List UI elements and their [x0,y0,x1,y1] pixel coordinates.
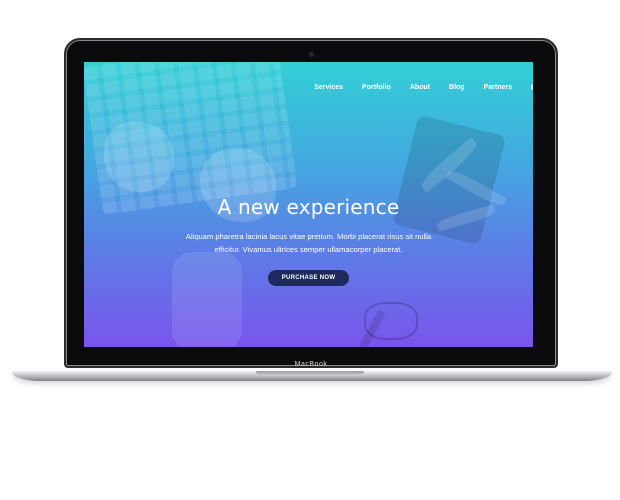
website-screen: Services Portfolio About Blog Partners A… [84,62,533,347]
top-navigation: Services Portfolio About Blog Partners [314,81,533,93]
hero-section: A new experience Aliquam pharetra lacini… [84,195,533,286]
device-brand-label: MacBook [294,361,328,368]
background-keyboard-photo [84,62,298,215]
laptop-opening-notch [256,371,364,376]
nav-item-portfolio[interactable]: Portfolio [362,84,391,91]
nav-overflow-icon[interactable] [531,84,533,90]
nav-item-blog[interactable]: Blog [449,84,465,91]
background-hand-left [104,122,174,192]
nav-item-services[interactable]: Services [314,84,343,91]
nav-item-about[interactable]: About [410,84,430,91]
background-leaf [417,137,481,193]
background-pen [350,309,386,347]
nav-item-partners[interactable]: Partners [484,84,512,91]
laptop-mockup: Services Portfolio About Blog Partners A… [0,0,620,500]
hero-subtitle: Aliquam pharetra lacinia lacus vitae pre… [185,232,432,254]
background-glasses [364,302,418,340]
webcam-icon [309,52,314,57]
hero-title: A new experience [217,195,400,219]
purchase-now-button[interactable]: PURCHASE NOW [267,270,350,286]
